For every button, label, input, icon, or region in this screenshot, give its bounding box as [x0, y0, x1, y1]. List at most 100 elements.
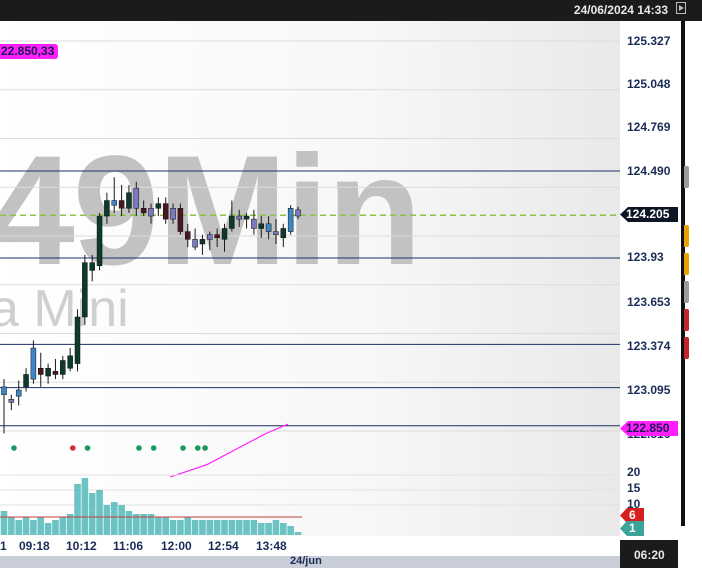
- volume-red-flag: 6: [620, 508, 644, 523]
- price-tick: 124.490: [627, 164, 671, 178]
- candle-body: [60, 360, 66, 375]
- volume-bar: [191, 520, 199, 535]
- side-toolbar: [678, 21, 702, 568]
- volume-bar: [110, 502, 118, 535]
- current-price-flag: 124.205: [620, 207, 678, 222]
- candle-body: [251, 218, 257, 229]
- volume-teal-flag: 1: [620, 521, 644, 536]
- bar-countdown: 06:20: [620, 540, 678, 568]
- side-tab[interactable]: [684, 225, 689, 247]
- signal-dot: [70, 445, 76, 451]
- time-tick: 13:48: [256, 539, 287, 553]
- candle-body: [118, 200, 125, 209]
- candle-body: [133, 187, 140, 209]
- price-tick: 123.095: [627, 383, 671, 397]
- volume-bar: [213, 520, 221, 535]
- price-chart-area[interactable]: 49Min a Mini 22.850,33: [0, 21, 620, 556]
- time-tick: 12:00: [161, 539, 192, 553]
- time-tick: 1: [0, 539, 7, 553]
- volume-bar: [125, 511, 133, 535]
- candle-body: [1, 386, 7, 395]
- candle-body: [96, 215, 103, 266]
- volume-bar: [59, 517, 67, 535]
- candle-body: [280, 228, 287, 239]
- candle-body: [15, 389, 22, 397]
- candle-body: [104, 200, 110, 217]
- candle-body: [185, 231, 191, 240]
- date-strip: 24/jun: [0, 555, 620, 568]
- volume-tick: 20: [627, 465, 641, 479]
- volume-bar: [235, 520, 243, 535]
- candle-body: [192, 239, 198, 248]
- volume-bar: [52, 520, 59, 535]
- signal-dot: [180, 445, 186, 451]
- price-tick: 123.653: [627, 295, 671, 309]
- volume-bar: [22, 517, 30, 535]
- volume-tick: 15: [627, 481, 641, 495]
- time-tick: 10:12: [66, 539, 97, 553]
- price-tick: 125.327: [627, 34, 671, 48]
- volume-bar: [294, 532, 302, 535]
- volume-bar: [199, 520, 206, 535]
- volume-bar: [37, 517, 45, 535]
- candle-body: [214, 234, 220, 239]
- volume-bar: [0, 511, 8, 535]
- volume-bar: [184, 517, 192, 535]
- volume-bar: [177, 520, 184, 535]
- volume-bar: [155, 517, 162, 535]
- candle-body: [111, 200, 117, 206]
- candle-body: [52, 371, 59, 375]
- signal-dot: [150, 445, 157, 451]
- candle-body: [45, 368, 51, 377]
- time-axis[interactable]: 1 09:18 10:12 11:06 12:00 12:54 13:48: [0, 536, 620, 556]
- time-tick: 12:54: [208, 539, 239, 553]
- signal-dot: [202, 445, 208, 451]
- volume-bar: [88, 493, 96, 535]
- volume-bar: [250, 520, 258, 535]
- side-tab[interactable]: [684, 309, 689, 331]
- candle-body: [243, 215, 250, 220]
- candle-body: [177, 208, 184, 232]
- volume-bar: [243, 520, 250, 535]
- volume-bar: [206, 520, 214, 535]
- price-axis[interactable]: 125.327 125.048 124.769 124.490 123.93 1…: [620, 21, 678, 547]
- chart-window: 24/06/2024 14:33 49Min a Mini 22.850,33 …: [0, 0, 702, 568]
- volume-bar: [257, 523, 265, 535]
- time-tick: 11:06: [113, 539, 144, 553]
- price-tick: 124.769: [627, 120, 671, 134]
- volume-bar: [228, 520, 236, 535]
- volume-bar: [74, 484, 81, 535]
- side-tab[interactable]: [684, 253, 689, 275]
- candle-body: [126, 192, 132, 209]
- volume-bar: [103, 505, 111, 535]
- signal-dot: [194, 445, 201, 451]
- candle-body: [74, 316, 81, 364]
- volume-bar: [169, 520, 177, 535]
- price-tick: 123.93: [627, 250, 664, 264]
- candle-body: [229, 215, 235, 229]
- chart-svg: [0, 40, 620, 535]
- signal-dot: [84, 445, 91, 451]
- magenta-price-flag: 122.850: [620, 421, 678, 436]
- magenta-indicator-line: [170, 423, 289, 478]
- candle-body: [265, 223, 272, 232]
- side-tab[interactable]: [684, 337, 689, 359]
- volume-bar: [30, 520, 37, 535]
- side-tab[interactable]: [684, 281, 689, 303]
- price-tick: 123.374: [627, 339, 671, 353]
- side-tab[interactable]: [684, 166, 689, 188]
- candle-body: [23, 374, 29, 388]
- signal-dot: [11, 445, 17, 451]
- candle-body: [155, 203, 162, 209]
- volume-bar: [287, 526, 294, 535]
- countdown-label: 06:20: [634, 548, 665, 562]
- candle-body: [236, 215, 242, 220]
- candle-body: [273, 231, 279, 235]
- candle-body: [89, 262, 95, 271]
- volume-bar: [81, 478, 89, 535]
- price-tick: 125.048: [627, 77, 671, 91]
- datetime-label: 24/06/2024 14:33: [573, 3, 668, 17]
- volume-bar: [265, 523, 272, 535]
- volume-bar: [96, 490, 103, 535]
- play-icon[interactable]: [676, 2, 686, 14]
